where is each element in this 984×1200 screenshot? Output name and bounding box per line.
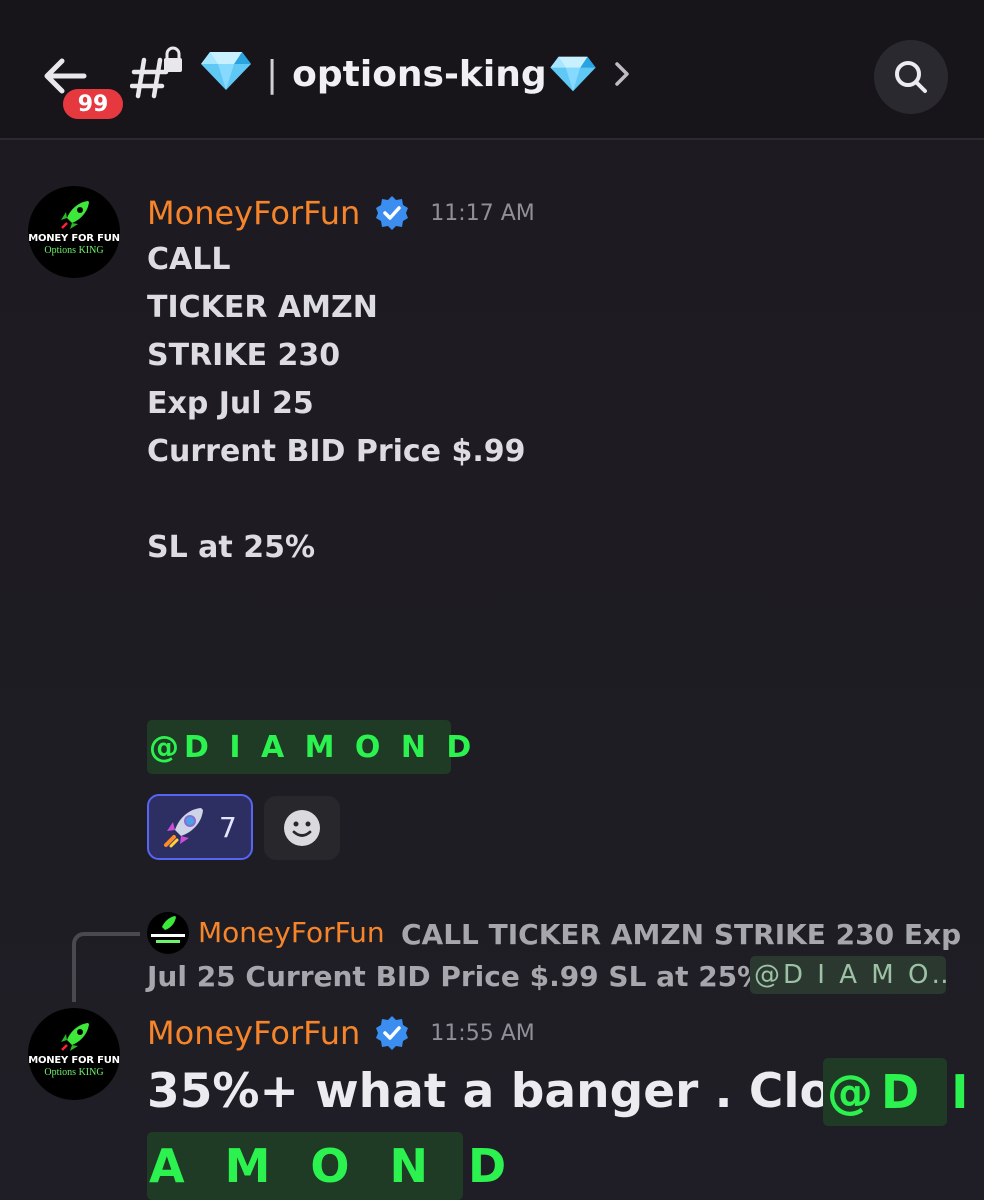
avatar-title: MONEY FOR FUN bbox=[28, 1055, 120, 1066]
verified-badge-icon bbox=[376, 196, 409, 230]
reaction-rocket[interactable]: 7 bbox=[147, 794, 253, 860]
message-line: Exp Jul 25 bbox=[147, 386, 314, 421]
role-mention[interactable]: @D I A M O N D bbox=[147, 720, 471, 774]
mention-text: @D I A M O N D bbox=[149, 729, 477, 765]
message-header: MoneyForFun 11:55 AM bbox=[147, 1014, 535, 1052]
unread-badge: 99 bbox=[60, 86, 126, 122]
message-line: CALL bbox=[147, 242, 231, 277]
add-reaction-icon bbox=[284, 810, 320, 846]
add-reaction-button[interactable] bbox=[264, 796, 340, 860]
role-mention[interactable]: @D I bbox=[823, 1058, 968, 1126]
reaction-count: 7 bbox=[219, 810, 237, 844]
rocket-logo-icon bbox=[61, 201, 89, 229]
mention-text: A M O N D bbox=[149, 1139, 519, 1193]
search-button[interactable] bbox=[874, 40, 948, 114]
channel-separator: | bbox=[266, 53, 279, 95]
message-header: MoneyForFun 11:17 AM bbox=[147, 194, 535, 232]
message-line: STRIKE 230 bbox=[147, 338, 341, 373]
timestamp: 11:17 AM bbox=[430, 200, 535, 226]
channel-name: options-king bbox=[292, 53, 547, 95]
message-line: SL at 25% bbox=[147, 530, 316, 565]
timestamp: 11:55 AM bbox=[430, 1020, 535, 1046]
avatar[interactable]: MONEY FOR FUN Options KING bbox=[28, 186, 120, 278]
reply-preview[interactable]: Jul 25 Current BID Price $.99 SL at 25% bbox=[147, 960, 765, 993]
avatar[interactable]: MONEY FOR FUN Options KING bbox=[28, 1008, 120, 1100]
reply-avatar bbox=[147, 912, 189, 954]
rocket-logo-icon bbox=[61, 1023, 89, 1051]
avatar-subtitle: Options KING bbox=[44, 245, 104, 256]
reply-mention: @D I A M O… bbox=[750, 956, 946, 994]
message-text: 35%+ what a banger . Close bbox=[147, 1064, 892, 1119]
username[interactable]: MoneyForFun bbox=[147, 194, 360, 232]
reply-connector bbox=[72, 932, 140, 1002]
channel-header: 99 | options-king bbox=[0, 0, 984, 140]
avatar-title: MONEY FOR FUN bbox=[28, 233, 120, 244]
role-mention[interactable]: A M O N D bbox=[147, 1132, 506, 1200]
mention-text: @D I bbox=[827, 1065, 977, 1119]
chevron-right-icon bbox=[614, 62, 629, 86]
reply-preview[interactable]: CALL TICKER AMZN STRIKE 230 Exp bbox=[401, 918, 961, 951]
reply-author[interactable]: MoneyForFun bbox=[198, 916, 385, 949]
diamond-icon bbox=[201, 52, 251, 90]
username[interactable]: MoneyForFun bbox=[147, 1014, 360, 1052]
rocket-emoji-icon bbox=[164, 808, 203, 848]
diamond-icon bbox=[549, 56, 596, 92]
message-line: Current BID Price $.99 bbox=[147, 434, 526, 469]
message-line: TICKER AMZN bbox=[147, 290, 378, 325]
avatar-subtitle: Options KING bbox=[44, 1067, 104, 1078]
channel-title[interactable]: | options-king bbox=[266, 44, 633, 104]
search-icon bbox=[895, 61, 927, 93]
locked-text-channel-icon bbox=[130, 46, 182, 99]
verified-badge-icon bbox=[376, 1016, 409, 1050]
